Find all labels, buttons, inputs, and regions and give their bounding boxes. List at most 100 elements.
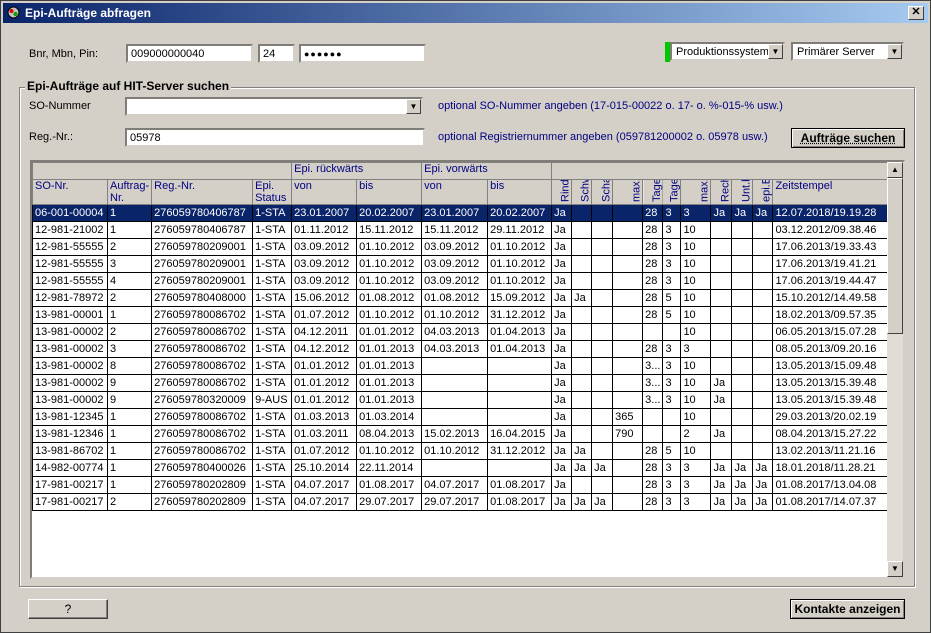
dropdown-arrow-icon[interactable]: ▼ bbox=[406, 99, 421, 114]
close-button[interactable]: ✕ bbox=[908, 6, 924, 20]
table-row[interactable]: 17-981-00217 1 276059780202809 1-STA 04.07.2… bbox=[32, 476, 890, 494]
col-vor-bis[interactable]: bis bbox=[487, 179, 553, 205]
col-tage-halter[interactable]: Tage Halter bbox=[642, 179, 663, 205]
col-auftrag-nr[interactable]: Auftrag-Nr. bbox=[106, 179, 153, 205]
mbn-input[interactable]: 24 bbox=[258, 44, 295, 63]
table-row[interactable]: 12-981-55555 2 276059780209001 1-STA 03.09.2… bbox=[32, 238, 890, 256]
table-cell: 01.10.2012 bbox=[421, 306, 489, 324]
table-row[interactable]: 13-981-12346 1 276059780086702 1-STA 01.03.2… bbox=[32, 425, 890, 443]
table-row[interactable]: 13-981-00002 8 276059780086702 1-STA 01.01.2… bbox=[32, 357, 890, 375]
col-rind[interactable]: Rind bbox=[551, 179, 572, 205]
table-cell: 28 bbox=[642, 306, 664, 324]
group-header-blank-right bbox=[551, 162, 890, 180]
table-row[interactable]: 14-982-00774 1 276059780400026 1-STA 25.10.2… bbox=[32, 459, 890, 477]
scrollbar-thumb[interactable] bbox=[887, 178, 903, 334]
table-row[interactable]: 17-981-00217 2 276059780202809 1-STA 04.07.2… bbox=[32, 493, 890, 511]
table-cell: Ja bbox=[731, 476, 754, 494]
table-row[interactable]: 13-981-86702 1 276059780086702 1-STA 01.07.2… bbox=[32, 442, 890, 460]
table-row[interactable]: 13-981-00002 9 276059780086702 1-STA 01.01.2… bbox=[32, 374, 890, 392]
table-cell: 03.09.2012 bbox=[291, 238, 358, 256]
scroll-up-icon[interactable]: ▲ bbox=[887, 162, 903, 178]
table-cell bbox=[731, 391, 754, 409]
table-row[interactable]: 13-981-00002 3 276059780086702 1-STA 04.12.2… bbox=[32, 340, 890, 358]
vertical-scrollbar[interactable]: ▲ ▼ bbox=[887, 162, 903, 577]
table-cell: Ja bbox=[710, 391, 733, 409]
table-cell: 10 bbox=[680, 221, 712, 239]
table-cell: Ja bbox=[551, 374, 573, 392]
table-row[interactable]: 12-981-78972 2 276059780408000 1-STA 15.06.2… bbox=[32, 289, 890, 307]
col-tage-haendler[interactable]: Tage Händler bbox=[662, 179, 681, 205]
col-vor-von[interactable]: von bbox=[421, 179, 489, 205]
table-cell: 08.04.2013/15.27.22 bbox=[772, 425, 890, 443]
table-row[interactable]: 13-981-12345 1 276059780086702 1-STA 01.03.2… bbox=[32, 408, 890, 426]
col-rueck-von[interactable]: von bbox=[291, 179, 358, 205]
table-cell bbox=[571, 374, 593, 392]
table-cell: 01.08.2017 bbox=[356, 476, 423, 494]
table-cell bbox=[731, 408, 754, 426]
col-max-zeitraum[interactable]: max. Zeitraum bbox=[612, 179, 643, 205]
col-epi-bez[interactable]: epi.Beziehungen bbox=[752, 179, 773, 205]
col-max-ebene[interactable]: max. Ebene bbox=[680, 179, 711, 205]
table-cell: 15.09.2012 bbox=[487, 289, 553, 307]
col-schaf[interactable]: Schaf/Ziege bbox=[591, 179, 613, 205]
table-cell bbox=[731, 255, 754, 273]
dropdown-arrow-icon[interactable]: ▼ bbox=[768, 44, 783, 59]
table-cell: 276059780086702 bbox=[151, 408, 254, 426]
table-cell bbox=[571, 408, 593, 426]
orders-grid[interactable]: Epi. rückwärts Epi. vorwärts SO-Nr. Auft… bbox=[30, 160, 905, 579]
table-cell bbox=[612, 357, 644, 375]
scroll-down-icon[interactable]: ▼ bbox=[887, 561, 903, 577]
table-row[interactable]: 12-981-21002 1 276059780406787 1-STA 01.11.2… bbox=[32, 221, 890, 239]
table-cell: 3 bbox=[662, 459, 682, 477]
reg-number-label: Reg.-Nr.: bbox=[29, 131, 74, 143]
table-cell: 01.10.2012 bbox=[356, 255, 423, 273]
table-cell bbox=[591, 255, 614, 273]
table-cell bbox=[612, 238, 644, 256]
table-cell: 13-981-00002 bbox=[32, 340, 108, 358]
table-row[interactable]: 12-981-55555 4 276059780209001 1-STA 03.09.2… bbox=[32, 272, 890, 290]
table-cell: Ja bbox=[551, 476, 573, 494]
server-select[interactable]: Primärer Server ▼ bbox=[791, 42, 904, 61]
table-cell bbox=[487, 374, 553, 392]
pin-input[interactable]: ●●●●●● bbox=[299, 44, 426, 63]
table-row[interactable]: 06-001-00004 1 276059780406787 1-STA 23.01.2… bbox=[32, 204, 890, 222]
table-cell: 276059780086702 bbox=[151, 442, 254, 460]
col-rechne[interactable]: Rechne ind. Kont. bbox=[710, 179, 732, 205]
table-cell: Ja bbox=[752, 476, 774, 494]
table-row[interactable]: 13-981-00002 9 276059780320009 9-AUS 01.01.2… bbox=[32, 391, 890, 409]
dropdown-arrow-icon[interactable]: ▼ bbox=[887, 44, 902, 59]
server-select-value: Primärer Server bbox=[797, 46, 875, 58]
table-cell bbox=[662, 323, 682, 341]
table-cell: Ja bbox=[710, 374, 733, 392]
table-cell bbox=[710, 289, 733, 307]
col-epi-status[interactable]: Epi. Status bbox=[252, 179, 293, 205]
bnr-input[interactable]: 009000000040 bbox=[126, 44, 253, 63]
table-cell: 20.02.2007 bbox=[487, 204, 553, 222]
table-cell: 06.05.2013/15.07.28 bbox=[772, 323, 890, 341]
table-cell bbox=[591, 221, 614, 239]
table-cell: Ja bbox=[551, 442, 573, 460]
table-cell: 3 bbox=[662, 476, 682, 494]
table-cell: 04.12.2011 bbox=[291, 323, 358, 341]
col-rueck-bis[interactable]: bis bbox=[356, 179, 423, 205]
table-row[interactable]: 13-981-00001 1 276059780086702 1-STA 01.07.2… bbox=[32, 306, 890, 324]
so-number-combo[interactable]: ▼ bbox=[125, 97, 423, 116]
help-button[interactable]: ? bbox=[28, 599, 108, 619]
col-schwein[interactable]: Schwein bbox=[571, 179, 592, 205]
contacts-button[interactable]: Kontakte anzeigen bbox=[790, 599, 905, 619]
table-cell: 3 bbox=[680, 340, 712, 358]
table-row[interactable]: 12-981-55555 3 276059780209001 1-STA 03.09.2… bbox=[32, 255, 890, 273]
col-reg-nr[interactable]: Reg.-Nr. bbox=[151, 179, 254, 205]
table-cell bbox=[752, 340, 774, 358]
col-so-nr[interactable]: SO-Nr. bbox=[32, 179, 108, 205]
system-select[interactable]: Produktionssystem ▼ bbox=[670, 42, 785, 61]
table-cell: Ja bbox=[551, 204, 573, 222]
col-unt-bez[interactable]: Unt.beziehungen bbox=[731, 179, 753, 205]
search-orders-button[interactable]: Aufträge suchen bbox=[791, 128, 905, 148]
table-row[interactable]: 13-981-00002 2 276059780086702 1-STA 04.12.2… bbox=[32, 323, 890, 341]
reg-number-input[interactable]: 05978 bbox=[125, 128, 425, 147]
table-cell: 3 bbox=[662, 391, 682, 409]
table-cell: 13-981-00001 bbox=[32, 306, 108, 324]
col-zeitstempel[interactable]: Zeitstempel bbox=[772, 179, 890, 205]
system-select-value: Produktionssystem bbox=[676, 46, 769, 58]
